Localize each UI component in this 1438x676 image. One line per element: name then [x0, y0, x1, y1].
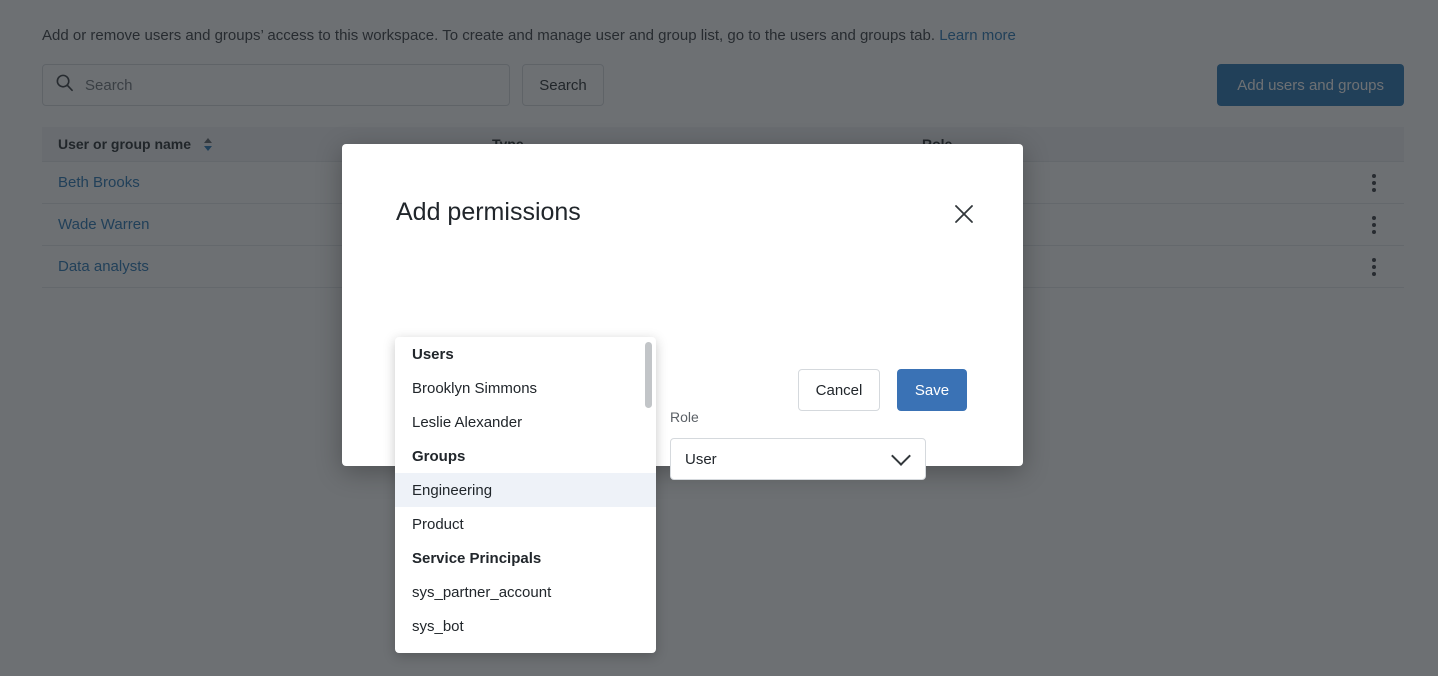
- dropdown-option[interactable]: sys_partner_account: [395, 575, 656, 609]
- role-select[interactable]: User: [670, 438, 926, 480]
- role-select-value: User: [685, 451, 894, 468]
- dropdown-group-header: Groups: [395, 439, 656, 473]
- principal-dropdown-list: Users Brooklyn Simmons Leslie Alexander …: [395, 337, 656, 643]
- dropdown-group-header: Service Principals: [395, 541, 656, 575]
- dialog-actions: Cancel Save: [798, 369, 967, 411]
- dropdown-option[interactable]: Engineering: [395, 473, 656, 507]
- chevron-down-icon: [891, 446, 911, 466]
- dialog-title: Add permissions: [396, 198, 581, 227]
- role-field-label: Role: [670, 409, 699, 425]
- principal-dropdown: Users Brooklyn Simmons Leslie Alexander …: [395, 337, 656, 653]
- dropdown-option[interactable]: Brooklyn Simmons: [395, 371, 656, 405]
- dropdown-option[interactable]: Leslie Alexander: [395, 405, 656, 439]
- dropdown-option[interactable]: sys_bot: [395, 609, 656, 643]
- cancel-button[interactable]: Cancel: [798, 369, 880, 411]
- vertical-scrollbar[interactable]: [645, 342, 652, 648]
- save-button[interactable]: Save: [897, 369, 967, 411]
- dropdown-group-header: Users: [395, 337, 656, 371]
- dropdown-option[interactable]: Product: [395, 507, 656, 541]
- close-icon[interactable]: [951, 201, 977, 227]
- scrollbar-thumb[interactable]: [645, 342, 652, 408]
